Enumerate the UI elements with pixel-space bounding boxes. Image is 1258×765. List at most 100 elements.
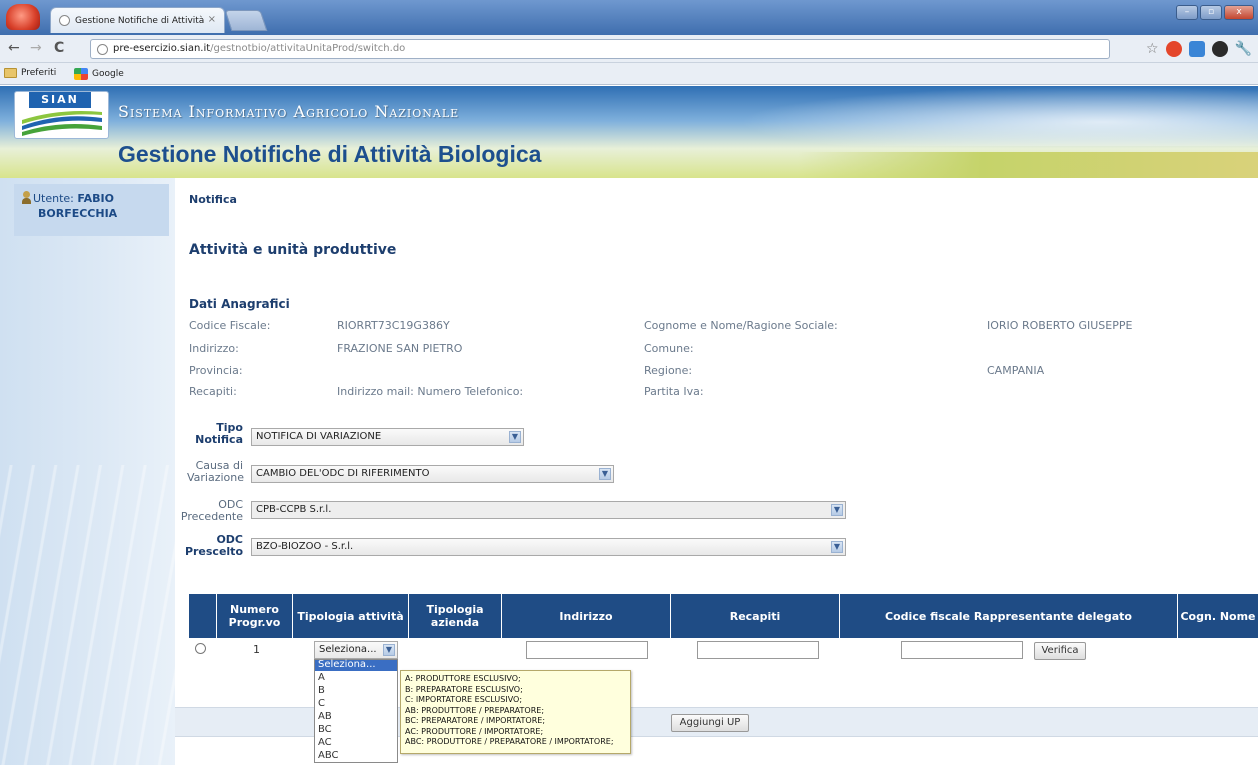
- recapiti-input[interactable]: [697, 641, 819, 659]
- browser-titlebar: Gestione Notifiche di Attività × – ▫ x: [0, 0, 1258, 35]
- tooltip-line: AC: PRODUTTORE / IMPORTATORE;: [405, 726, 544, 736]
- codice-fiscale-label: Codice Fiscale:: [189, 319, 271, 332]
- extension-red-icon[interactable]: [1165, 41, 1182, 57]
- dropdown-option[interactable]: AC: [315, 736, 397, 749]
- dropdown-option[interactable]: ABC: [315, 749, 397, 762]
- extension-blue-icon[interactable]: [1188, 41, 1205, 57]
- tooltip-line: C: IMPORTATORE ESCLUSIVO;: [405, 695, 523, 704]
- window-controls: – ▫ x: [1176, 5, 1254, 20]
- dropdown-option[interactable]: A: [315, 671, 397, 684]
- user-label: Utente:: [33, 192, 74, 205]
- dropdown-option[interactable]: AB: [315, 710, 397, 723]
- aggiungi-up-button[interactable]: Aggiungi UP: [671, 714, 749, 732]
- app-title: Gestione Notifiche di Attività Biologica: [118, 141, 542, 167]
- user-last-name: BORFECCHIA: [38, 207, 118, 220]
- causa-variazione-label: Causa di Variazione: [187, 459, 245, 484]
- tipo-notifica-select[interactable]: NOTIFICA DI VARIAZIONE ▼: [251, 428, 524, 446]
- provincia-label: Provincia:: [189, 364, 243, 377]
- system-name: Sistema Informativo Agricolo Nazionale: [118, 102, 460, 121]
- extension-dark-icon[interactable]: [1211, 41, 1228, 57]
- odc-precedente-value: CPB-CCPB S.r.l.: [256, 504, 332, 515]
- table-header: Numero Progr.vo Tipologia attività Tipol…: [189, 594, 1258, 638]
- wrench-menu-icon[interactable]: 🔧: [1235, 41, 1252, 57]
- bookmark-star-icon[interactable]: ☆: [1146, 42, 1159, 56]
- user-icon: [22, 191, 31, 204]
- site-header: SIAN Sistema Informativo Agricolo Nazion…: [0, 86, 1258, 178]
- tooltip-line: ABC: PRODUTTORE / PREPARATORE / IMPORTAT…: [405, 737, 614, 746]
- breadcrumb[interactable]: Notifica: [189, 193, 237, 206]
- row-radio[interactable]: [195, 643, 206, 654]
- dropdown-option[interactable]: Seleziona...: [315, 660, 397, 671]
- regione-label: Regione:: [644, 364, 693, 377]
- causa-variazione-value: CAMBIO DEL'ODC DI RIFERIMENTO: [256, 468, 430, 479]
- new-tab-button[interactable]: [224, 10, 268, 31]
- bookmark-google[interactable]: Google: [74, 68, 124, 80]
- sidebar-decoration: [0, 465, 175, 765]
- column-header: Tipologia attività: [293, 594, 409, 638]
- dropdown-option[interactable]: C: [315, 697, 397, 710]
- window-close-button[interactable]: x: [1224, 5, 1254, 20]
- regione-value: CAMPANIA: [987, 364, 1045, 377]
- chevron-down-icon[interactable]: ▼: [509, 431, 521, 443]
- sian-logo[interactable]: SIAN: [14, 91, 109, 139]
- forward-arrow-icon[interactable]: →: [30, 40, 42, 56]
- main-content: Notifica Attività e unità produttive Dat…: [175, 178, 1258, 765]
- row-number: 1: [253, 643, 260, 656]
- tipologia-dropdown-list[interactable]: Seleziona... A B C AB BC AC ABC: [314, 659, 398, 763]
- tab-close-icon[interactable]: ×: [208, 14, 216, 25]
- user-info: Utente: FABIO BORFECCHIA: [14, 184, 169, 236]
- folder-icon: [4, 68, 17, 78]
- bookmark-label: Preferiti: [21, 68, 57, 78]
- header-clouds: [738, 86, 1258, 146]
- odc-precedente-select[interactable]: CPB-CCPB S.r.l. ▼: [251, 501, 846, 519]
- url-host: pre-esercizio.sian.it: [113, 43, 211, 54]
- address-bar[interactable]: pre-esercizio.sian.it/gestnotbio/attivit…: [90, 39, 1110, 59]
- chevron-down-icon[interactable]: ▼: [599, 468, 611, 480]
- chevron-down-icon[interactable]: ▼: [831, 504, 843, 516]
- tab-title: Gestione Notifiche di Attività: [75, 15, 205, 26]
- tipo-notifica-value: NOTIFICA DI VARIAZIONE: [256, 431, 382, 442]
- minimize-button[interactable]: –: [1176, 5, 1198, 20]
- column-header: Recapiti: [671, 594, 840, 638]
- sidebar: Utente: FABIO BORFECCHIA: [0, 178, 175, 765]
- partita-iva-label: Partita Iva:: [644, 385, 704, 398]
- url-path: /gestnotbio/attivitaUnitaProd/switch.do: [210, 43, 406, 54]
- extension-icons: ☆ 🔧: [1146, 41, 1252, 57]
- column-header: Codice fiscale Rappresentante delegato: [840, 594, 1178, 638]
- codice-fiscale-value: RIORRT73C19G386Y: [337, 319, 450, 332]
- browser-tab[interactable]: Gestione Notifiche di Attività ×: [50, 7, 225, 33]
- browser-toolbar: ← → C pre-esercizio.sian.it/gestnotbio/a…: [0, 35, 1258, 63]
- page-info-icon: [97, 44, 108, 55]
- odc-precedente-label: ODC Precedente: [180, 498, 243, 523]
- logo-fields-icon: [22, 111, 102, 136]
- user-first-name: FABIO: [77, 192, 114, 205]
- column-header-select: [189, 594, 217, 638]
- causa-variazione-select[interactable]: CAMBIO DEL'ODC DI RIFERIMENTO ▼: [251, 465, 614, 483]
- comune-label: Comune:: [644, 342, 694, 355]
- header-field: [798, 152, 1258, 178]
- tipologia-attivita-select[interactable]: Seleziona... ▼: [314, 641, 398, 659]
- chevron-down-icon[interactable]: ▼: [383, 644, 395, 656]
- recapiti-label: Recapiti:: [189, 385, 237, 398]
- verifica-button[interactable]: Verifica: [1034, 642, 1086, 660]
- indirizzo-value: FRAZIONE SAN PIETRO: [337, 342, 463, 355]
- tipologia-attivita-value: Seleziona...: [319, 644, 377, 655]
- tooltip-line: BC: PREPARATORE / IMPORTATORE;: [405, 716, 546, 725]
- reload-icon[interactable]: C: [54, 40, 64, 56]
- tipologia-legend-tooltip: A: PRODUTTORE ESCLUSIVO; B: PREPARATORE …: [400, 670, 631, 754]
- dropdown-option[interactable]: B: [315, 684, 397, 697]
- chevron-down-icon[interactable]: ▼: [831, 541, 843, 553]
- dropdown-option[interactable]: BC: [315, 723, 397, 736]
- column-header: Cogn. Nome: [1180, 609, 1256, 623]
- bookmark-label: Google: [92, 69, 124, 79]
- maximize-button[interactable]: ▫: [1200, 5, 1222, 20]
- section-title: Attività e unità produttive: [189, 242, 397, 258]
- back-arrow-icon[interactable]: ←: [8, 40, 20, 56]
- indirizzo-input[interactable]: [526, 641, 648, 659]
- codice-fiscale-input[interactable]: [901, 641, 1023, 659]
- nome-label: Cognome e Nome/Ragione Sociale:: [644, 319, 838, 332]
- bookmark-preferiti[interactable]: Preferiti: [4, 68, 56, 78]
- odc-prescelto-label: ODC Prescelto: [184, 533, 243, 558]
- odc-prescelto-select[interactable]: BZO-BIOZOO - S.r.l. ▼: [251, 538, 846, 556]
- google-icon: [74, 68, 88, 80]
